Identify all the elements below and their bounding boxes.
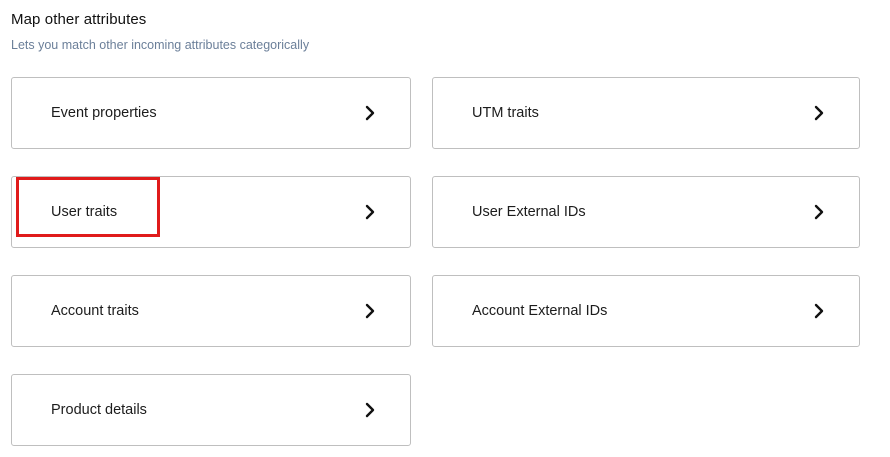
- chevron-right-icon: [812, 303, 826, 319]
- chevron-right-icon: [812, 105, 826, 121]
- user-traits-card[interactable]: User traits: [11, 176, 411, 248]
- section-title: Map other attributes: [11, 11, 147, 28]
- card-label: UTM traits: [472, 105, 539, 121]
- chevron-right-icon: [812, 204, 826, 220]
- account-traits-card[interactable]: Account traits: [11, 275, 411, 347]
- chevron-right-icon: [363, 303, 377, 319]
- chevron-right-icon: [363, 402, 377, 418]
- section-subtitle: Lets you match other incoming attributes…: [11, 38, 310, 52]
- product-details-card[interactable]: Product details: [11, 374, 411, 446]
- card-label: Product details: [51, 402, 147, 418]
- user-external-ids-card[interactable]: User External IDs: [432, 176, 860, 248]
- card-label: User traits: [51, 204, 118, 220]
- card-label: Event properties: [51, 105, 157, 121]
- utm-traits-card[interactable]: UTM traits: [432, 77, 860, 149]
- chevron-right-icon: [363, 204, 377, 220]
- event-properties-card[interactable]: Event properties: [11, 77, 411, 149]
- card-label: User External IDs: [472, 204, 586, 220]
- card-label: Account traits: [51, 303, 139, 319]
- section-header: Map other attributes Lets you match othe…: [11, 9, 309, 53]
- chevron-right-icon: [363, 105, 377, 121]
- account-external-ids-card[interactable]: Account External IDs: [432, 275, 860, 347]
- card-label: Account External IDs: [472, 303, 608, 319]
